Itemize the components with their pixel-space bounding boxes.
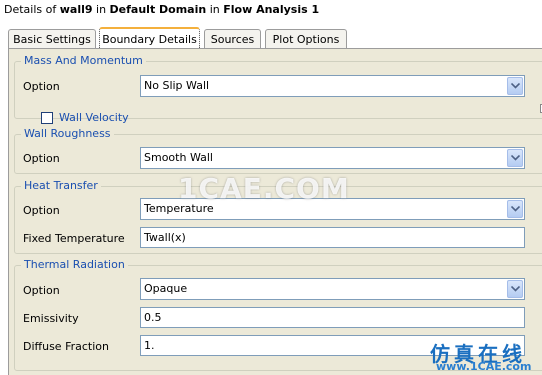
wall-roughness-option-select[interactable]: Smooth Wall xyxy=(140,147,525,169)
thermal-radiation-option-value: Opaque xyxy=(144,282,188,295)
chevron-down-icon[interactable] xyxy=(507,200,523,218)
heat-transfer-title: Heat Transfer xyxy=(21,179,101,192)
wall-roughness-option-label: Option xyxy=(23,152,60,165)
emissivity-input[interactable]: 0.5 xyxy=(140,307,525,328)
fixed-temperature-input[interactable]: Twall(x) xyxy=(140,227,525,248)
title-in-2: in xyxy=(209,3,220,16)
mass-momentum-option-label: Option xyxy=(23,80,60,93)
boundary-details-panel: Mass And Momentum Option No Slip Wall Wa… xyxy=(8,48,542,375)
thermal-radiation-title: Thermal Radiation xyxy=(21,258,128,271)
wall-roughness-option-value: Smooth Wall xyxy=(144,151,213,164)
tab-plot-options[interactable]: Plot Options xyxy=(265,29,347,48)
mass-momentum-option-value: No Slip Wall xyxy=(144,79,210,92)
mass-momentum-title: Mass And Momentum xyxy=(21,54,146,67)
wall-roughness-title: Wall Roughness xyxy=(21,127,114,140)
watermark-center: 1CAE.COM xyxy=(178,172,350,205)
tab-boundary-details[interactable]: Boundary Details xyxy=(99,27,200,49)
chevron-down-icon[interactable] xyxy=(507,149,523,167)
tab-sources[interactable]: Sources xyxy=(204,29,261,48)
wall-velocity-checkbox[interactable] xyxy=(41,112,53,124)
wall-roughness-group: Wall Roughness Option Smooth Wall xyxy=(14,127,542,174)
thermal-radiation-option-select[interactable]: Opaque xyxy=(140,278,525,300)
fixed-temperature-label: Fixed Temperature xyxy=(23,232,125,245)
chevron-down-icon[interactable] xyxy=(507,77,523,95)
thermal-radiation-option-label: Option xyxy=(23,284,60,297)
details-title: Details of wall9 in Default Domain in Fl… xyxy=(0,0,542,20)
title-in-1: in xyxy=(96,3,107,16)
mass-momentum-option-select[interactable]: No Slip Wall xyxy=(140,75,525,97)
tab-basic-settings[interactable]: Basic Settings xyxy=(8,29,96,48)
watermark-corner-url: www.1CAE.com xyxy=(436,360,532,373)
chevron-down-icon[interactable] xyxy=(507,280,523,298)
analysis-name: Flow Analysis 1 xyxy=(223,3,320,16)
title-prefix: Details of xyxy=(4,3,57,16)
object-name: wall9 xyxy=(59,3,93,16)
mass-momentum-group: Mass And Momentum Option No Slip Wall Wa… xyxy=(14,54,542,124)
domain-name: Default Domain xyxy=(109,3,207,16)
wall-velocity-label: Wall Velocity xyxy=(59,111,129,124)
diffuse-fraction-label: Diffuse Fraction xyxy=(23,340,109,353)
emissivity-label: Emissivity xyxy=(23,312,79,325)
heat-transfer-option-label: Option xyxy=(23,204,60,217)
